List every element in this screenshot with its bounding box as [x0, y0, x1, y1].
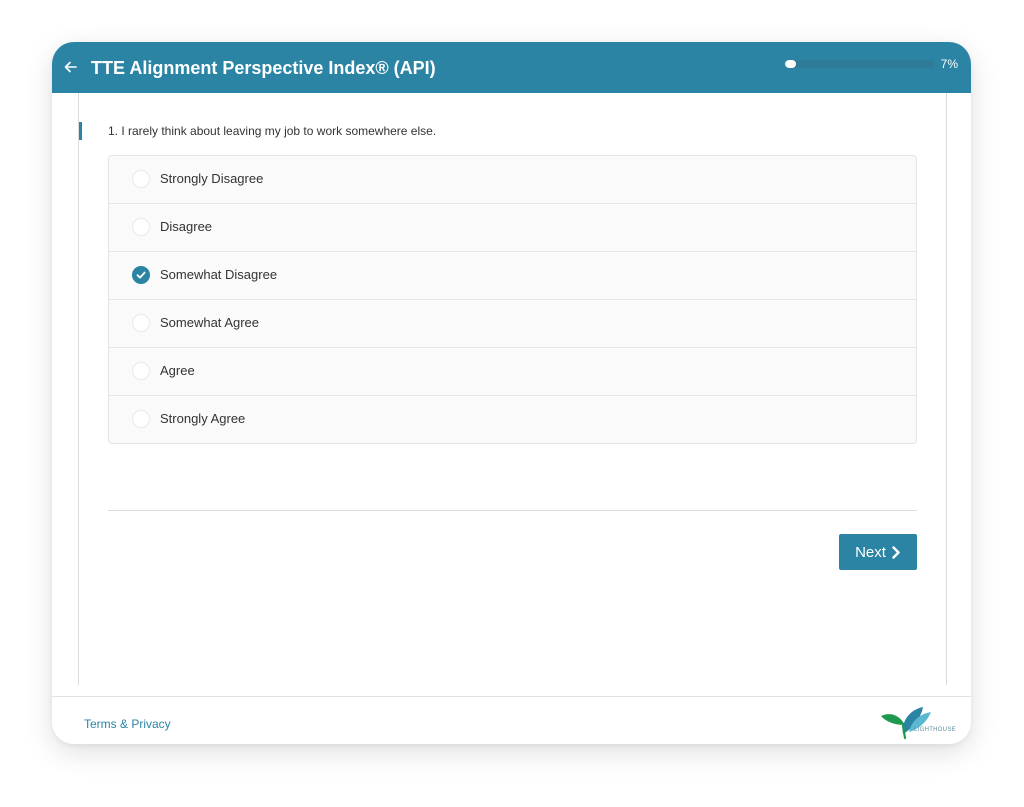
radio-button[interactable] — [132, 170, 150, 188]
radio-button[interactable] — [132, 314, 150, 332]
option-label: Agree — [160, 363, 195, 378]
question-text: 1. I rarely think about leaving my job t… — [108, 124, 437, 138]
progress-bar — [785, 60, 935, 68]
option-somewhat-disagree[interactable]: Somewhat Disagree — [109, 251, 916, 299]
option-agree[interactable]: Agree — [109, 347, 916, 395]
radio-button[interactable] — [132, 266, 150, 284]
next-button-label: Next — [855, 543, 886, 561]
question-marker — [79, 122, 82, 140]
option-label: Strongly Disagree — [160, 171, 264, 186]
question-panel: 1. I rarely think about leaving my job t… — [78, 93, 947, 685]
arrow-left-icon[interactable] — [60, 56, 82, 78]
option-strongly-agree[interactable]: Strongly Agree — [109, 395, 916, 443]
next-button[interactable]: Next — [839, 534, 917, 570]
option-label: Somewhat Agree — [160, 315, 260, 330]
progress-percent: 7% — [940, 57, 958, 71]
divider — [108, 510, 917, 511]
survey-card: TTE Alignment Perspective Index® (API) 7… — [52, 42, 971, 744]
radio-button[interactable] — [132, 410, 150, 428]
chevron-right-icon — [892, 545, 900, 559]
logo-text: LIGHTHOUSE — [914, 727, 957, 733]
leaf-logo-icon — [881, 707, 931, 740]
option-label: Strongly Agree — [160, 411, 246, 426]
option-disagree[interactable]: Disagree — [109, 203, 916, 251]
progress-fill — [785, 60, 796, 68]
header-bar: TTE Alignment Perspective Index® (API) 7… — [52, 42, 971, 93]
radio-button[interactable] — [132, 218, 150, 236]
answer-options: Strongly Disagree Disagree Somewhat Disa… — [108, 155, 917, 444]
terms-privacy-link[interactable]: Terms & Privacy — [84, 717, 171, 731]
option-label: Disagree — [160, 219, 213, 234]
option-somewhat-agree[interactable]: Somewhat Agree — [109, 299, 916, 347]
option-label: Somewhat Disagree — [160, 267, 278, 282]
check-icon — [136, 271, 146, 279]
option-strongly-disagree[interactable]: Strongly Disagree — [109, 156, 916, 203]
page-title: TTE Alignment Perspective Index® (API) — [91, 58, 436, 78]
footer: Terms & Privacy LIGHTHOUSE — [52, 696, 971, 744]
lighthouse-logo: LIGHTHOUSE — [879, 702, 959, 740]
radio-button[interactable] — [132, 362, 150, 380]
